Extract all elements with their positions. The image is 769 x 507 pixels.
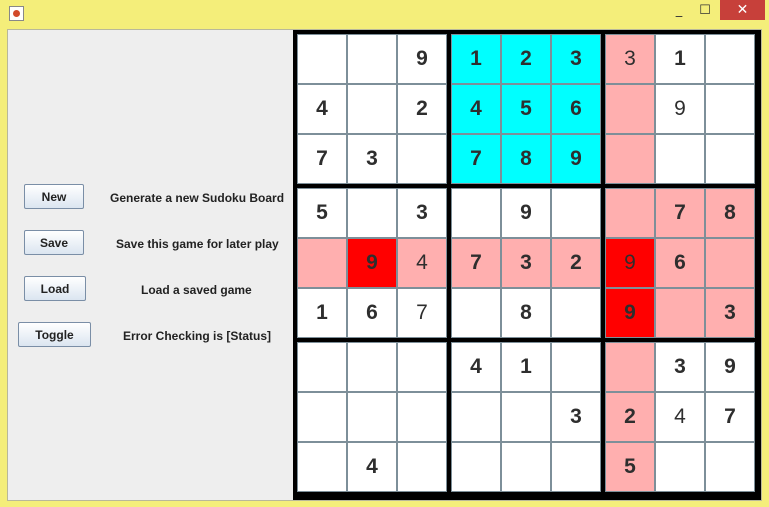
sudoku-cell-r6-c7[interactable]: 9 [605,288,655,338]
sudoku-cell-r2-c6[interactable]: 6 [551,84,601,134]
sudoku-cell-r8-c4[interactable] [451,392,501,442]
sudoku-cell-r5-c6[interactable]: 2 [551,238,601,288]
sudoku-cell-r6-c1[interactable]: 1 [297,288,347,338]
sudoku-cell-r2-c2[interactable] [347,84,397,134]
minimize-button[interactable]: _ [666,0,692,20]
sudoku-cell-r5-c1[interactable] [297,238,347,288]
save-button[interactable]: Save [24,230,84,255]
sudoku-cell-r6-c9[interactable]: 3 [705,288,755,338]
sudoku-cell-r1-c8[interactable]: 1 [655,34,705,84]
sudoku-cell-r4-c5[interactable]: 9 [501,188,551,238]
sudoku-cell-r3-c7[interactable] [605,134,655,184]
new-description: Generate a new Sudoku Board [110,191,285,205]
sudoku-cell-r4-c7[interactable] [605,188,655,238]
sudoku-cell-r5-c8[interactable]: 6 [655,238,705,288]
title-bar: _ ☐ ✕ [0,0,769,28]
sudoku-cell-r4-c4[interactable] [451,188,501,238]
new-button[interactable]: New [24,184,84,209]
sudoku-cell-r2-c7[interactable] [605,84,655,134]
sudoku-cell-r1-c7[interactable]: 3 [605,34,655,84]
sudoku-cell-r4-c3[interactable]: 3 [397,188,447,238]
sudoku-cell-r8-c7[interactable]: 2 [605,392,655,442]
sudoku-cell-r9-c4[interactable] [451,442,501,492]
toggle-description: Error Checking is [Status] [123,329,272,343]
sudoku-cell-r3-c2[interactable]: 3 [347,134,397,184]
sudoku-cell-r3-c8[interactable] [655,134,705,184]
load-description: Load a saved game [141,283,252,297]
sudoku-cell-r7-c7[interactable] [605,342,655,392]
sudoku-cell-r9-c7[interactable]: 5 [605,442,655,492]
sudoku-cell-r1-c6[interactable]: 3 [551,34,601,84]
sudoku-cell-r5-c7[interactable]: 9 [605,238,655,288]
sudoku-cell-r7-c9[interactable]: 9 [705,342,755,392]
sudoku-cell-r3-c5[interactable]: 8 [501,134,551,184]
sudoku-cell-r8-c9[interactable]: 7 [705,392,755,442]
sudoku-cell-r5-c5[interactable]: 3 [501,238,551,288]
sudoku-cell-r7-c6[interactable] [551,342,601,392]
toggle-button[interactable]: Toggle [18,322,91,347]
sudoku-cell-r3-c6[interactable]: 9 [551,134,601,184]
sudoku-cell-r9-c8[interactable] [655,442,705,492]
sudoku-cell-r1-c2[interactable] [347,34,397,84]
sudoku-cell-r7-c4[interactable]: 4 [451,342,501,392]
sudoku-cell-r8-c5[interactable] [501,392,551,442]
sudoku-cell-r7-c5[interactable]: 1 [501,342,551,392]
sudoku-cell-r4-c1[interactable]: 5 [297,188,347,238]
close-button[interactable]: ✕ [720,0,765,20]
maximize-button[interactable]: ☐ [692,0,718,20]
sudoku-cell-r2-c5[interactable]: 5 [501,84,551,134]
load-button[interactable]: Load [24,276,86,301]
sudoku-cell-r5-c4[interactable]: 7 [451,238,501,288]
sudoku-cell-r6-c2[interactable]: 6 [347,288,397,338]
sudoku-cell-r2-c9[interactable] [705,84,755,134]
sudoku-cell-r5-c9[interactable] [705,238,755,288]
sudoku-cell-r5-c3[interactable]: 4 [397,238,447,288]
sudoku-cell-r8-c8[interactable]: 4 [655,392,705,442]
sudoku-cell-r6-c4[interactable] [451,288,501,338]
sudoku-cell-r9-c6[interactable] [551,442,601,492]
sudoku-cell-r1-c4[interactable]: 1 [451,34,501,84]
sudoku-board: 9123314245697378953978947329616789341393… [293,30,761,500]
sudoku-cell-r1-c3[interactable]: 9 [397,34,447,84]
sudoku-cell-r9-c1[interactable] [297,442,347,492]
sudoku-cell-r3-c3[interactable] [397,134,447,184]
sudoku-cell-r6-c5[interactable]: 8 [501,288,551,338]
save-description: Save this game for later play [116,237,279,251]
sudoku-cell-r1-c5[interactable]: 2 [501,34,551,84]
sudoku-cell-r3-c4[interactable]: 7 [451,134,501,184]
sudoku-cell-r3-c1[interactable]: 7 [297,134,347,184]
sudoku-cell-r8-c3[interactable] [397,392,447,442]
sudoku-cell-r4-c8[interactable]: 7 [655,188,705,238]
sudoku-cell-r6-c8[interactable] [655,288,705,338]
sudoku-cell-r3-c9[interactable] [705,134,755,184]
java-app-icon [9,6,24,21]
sudoku-cell-r9-c9[interactable] [705,442,755,492]
control-panel: New Generate a new Sudoku Board Save Sav… [8,30,293,500]
sudoku-cell-r2-c1[interactable]: 4 [297,84,347,134]
sudoku-cell-r1-c9[interactable] [705,34,755,84]
sudoku-cell-r7-c2[interactable] [347,342,397,392]
sudoku-cell-r7-c8[interactable]: 3 [655,342,705,392]
sudoku-cell-r6-c6[interactable] [551,288,601,338]
sudoku-cell-r4-c9[interactable]: 8 [705,188,755,238]
sudoku-cell-r4-c2[interactable] [347,188,397,238]
sudoku-cell-r2-c4[interactable]: 4 [451,84,501,134]
sudoku-cell-r7-c3[interactable] [397,342,447,392]
sudoku-cell-r9-c3[interactable] [397,442,447,492]
sudoku-cell-r7-c1[interactable] [297,342,347,392]
sudoku-cell-r1-c1[interactable] [297,34,347,84]
app-content: New Generate a new Sudoku Board Save Sav… [7,29,762,501]
sudoku-cell-r9-c5[interactable] [501,442,551,492]
sudoku-cell-r6-c3[interactable]: 7 [397,288,447,338]
sudoku-cell-r2-c3[interactable]: 2 [397,84,447,134]
sudoku-cell-r8-c1[interactable] [297,392,347,442]
sudoku-cell-r4-c6[interactable] [551,188,601,238]
sudoku-cell-r9-c2[interactable]: 4 [347,442,397,492]
sudoku-cell-r8-c2[interactable] [347,392,397,442]
sudoku-cell-r8-c6[interactable]: 3 [551,392,601,442]
sudoku-cell-r2-c8[interactable]: 9 [655,84,705,134]
sudoku-cell-r5-c2[interactable]: 9 [347,238,397,288]
